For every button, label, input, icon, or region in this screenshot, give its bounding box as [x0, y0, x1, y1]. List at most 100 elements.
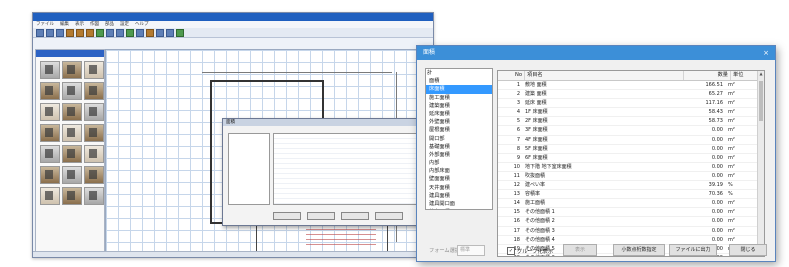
table-row[interactable]: 4 1F 床面積 58.43 m² — [498, 108, 764, 118]
part-thumbnail[interactable] — [84, 61, 104, 79]
part-thumbnail[interactable] — [62, 124, 82, 142]
table-row[interactable]: 9 6F 床面積 0.00 m² — [498, 154, 764, 163]
part-thumbnail[interactable] — [40, 145, 60, 163]
part-thumbnail[interactable] — [84, 124, 104, 142]
category-item[interactable]: 壁面面積 — [426, 175, 492, 183]
new-icon[interactable] — [36, 28, 44, 37]
category-item[interactable]: 天井面積 — [426, 184, 492, 192]
render-icon[interactable] — [176, 28, 184, 37]
part-thumbnail[interactable] — [40, 124, 60, 142]
table-row[interactable]: 10 地下階 地下室床面積 0.00 m² — [498, 163, 764, 172]
inner-dialog-button[interactable] — [307, 212, 335, 220]
table-row[interactable]: 1 敷地 面積 166.51 m² — [498, 81, 764, 91]
menu-parts[interactable]: 部品 — [105, 21, 114, 28]
table-row[interactable]: 16 その他面積 2 0.00 m² — [498, 217, 764, 227]
form-select-combo[interactable]: 標準 — [457, 245, 485, 256]
category-item[interactable]: 床面積 — [426, 85, 492, 94]
inner-category-list[interactable] — [228, 133, 270, 205]
category-item[interactable]: 計 — [426, 69, 492, 77]
inner-area-table[interactable] — [273, 133, 417, 205]
part-thumbnail[interactable] — [62, 82, 82, 100]
checkbox-check-icon[interactable]: ✓ — [507, 247, 515, 255]
display-button[interactable]: 表示 — [563, 244, 597, 256]
category-item[interactable]: 仕上面積 — [426, 208, 492, 209]
header-name[interactable]: 項目名 — [525, 71, 684, 80]
category-item[interactable]: 内部 — [426, 159, 492, 167]
table-row[interactable]: 17 その他面積 3 0.00 m² — [498, 227, 764, 236]
export-file-button[interactable]: ファイルに出力 — [669, 244, 717, 256]
layer-icon[interactable] — [166, 28, 174, 37]
table-row[interactable]: 8 5F 床面積 0.00 m² — [498, 145, 764, 154]
drawing-canvas[interactable]: 面積 — [105, 49, 422, 255]
part-thumbnail[interactable] — [40, 187, 60, 205]
menu-help[interactable]: ヘルプ — [135, 21, 149, 28]
part-thumbnail[interactable] — [84, 145, 104, 163]
window-tool-icon[interactable] — [86, 28, 94, 37]
table-row[interactable]: 5 2F 床面積 58.73 m² — [498, 117, 764, 127]
inner-dialog-button[interactable] — [273, 212, 301, 220]
header-unit[interactable]: 単位 — [731, 71, 760, 80]
table-row[interactable]: 14 施工面積 0.00 m² — [498, 199, 764, 209]
zoom-icon[interactable] — [116, 28, 124, 37]
door-tool-icon[interactable] — [76, 28, 84, 37]
save-icon[interactable] — [56, 28, 64, 37]
table-row[interactable]: 2 建築 面積 65.27 m² — [498, 90, 764, 100]
header-value[interactable]: 数量 — [684, 71, 731, 80]
part-thumbnail[interactable] — [62, 166, 82, 184]
menu-file[interactable]: ファイル — [36, 21, 54, 28]
table-row[interactable]: 15 その他面積 1 0.00 m² — [498, 208, 764, 218]
part-thumbnail[interactable] — [40, 61, 60, 79]
area-tool-icon[interactable] — [106, 28, 114, 37]
table-row[interactable]: 12 建ぺい率 39.19% — [498, 181, 764, 191]
category-item[interactable]: 開口部 — [426, 135, 492, 143]
category-item[interactable]: 屋根面積 — [426, 126, 492, 134]
table-row[interactable]: 3 延床 面積 117.16 m² — [498, 99, 764, 109]
menu-settings[interactable]: 設定 — [120, 21, 129, 28]
category-item[interactable]: 延床面積 — [426, 110, 492, 118]
part-thumbnail[interactable] — [40, 82, 60, 100]
category-item[interactable]: 面積 — [426, 77, 492, 85]
inner-dialog-button[interactable] — [375, 212, 403, 220]
table-row[interactable]: 7 4F 床面積 0.00 m² — [498, 136, 764, 145]
category-tree[interactable]: 計面積 床面積 施工面積 建築面積 延床面積 外壁面積 屋根面積 開口部 基礎面積 外部面積 内部内… — [425, 68, 493, 210]
print-icon[interactable] — [136, 28, 144, 37]
close-button[interactable]: 閉じる — [729, 244, 767, 256]
table-scrollbar[interactable]: ▲ ▼ — [757, 71, 764, 256]
part-thumbnail[interactable] — [84, 166, 104, 184]
scroll-up-icon[interactable]: ▲ — [758, 71, 764, 77]
part-thumbnail[interactable] — [62, 145, 82, 163]
part-thumbnail[interactable] — [40, 166, 60, 184]
decimal-digits-button[interactable]: 小数点桁数指定 — [613, 244, 665, 256]
category-item[interactable]: 外壁面積 — [426, 118, 492, 126]
scroll-thumb[interactable] — [759, 81, 763, 121]
part-thumbnail[interactable] — [84, 103, 104, 121]
parts-icon[interactable] — [146, 28, 154, 37]
category-item[interactable]: 施工面積 — [426, 94, 492, 102]
3d-view-icon[interactable] — [126, 28, 134, 37]
part-thumbnail[interactable] — [62, 187, 82, 205]
category-item[interactable]: 内部床面 — [426, 167, 492, 175]
menu-view[interactable]: 表示 — [75, 21, 84, 28]
group-display-checkbox[interactable]: ✓ グループ化表示 — [507, 247, 553, 255]
part-thumbnail[interactable] — [62, 103, 82, 121]
part-thumbnail[interactable] — [40, 103, 60, 121]
menu-draw[interactable]: 作図 — [90, 21, 99, 28]
category-item[interactable]: 基礎面積 — [426, 143, 492, 151]
table-row[interactable]: 13 容積率 70.36% — [498, 190, 764, 200]
part-thumbnail[interactable] — [84, 82, 104, 100]
part-thumbnail[interactable] — [62, 61, 82, 79]
category-item[interactable]: 外部面積 — [426, 151, 492, 159]
measure-icon[interactable] — [156, 28, 164, 37]
open-icon[interactable] — [46, 28, 54, 37]
wall-tool-icon[interactable] — [66, 28, 74, 37]
menu-edit[interactable]: 編集 — [60, 21, 69, 28]
inner-dialog-button[interactable] — [341, 212, 369, 220]
part-thumbnail[interactable] — [84, 187, 104, 205]
header-no[interactable]: No — [498, 71, 525, 80]
table-row[interactable]: 6 3F 床面積 0.00 m² — [498, 126, 764, 136]
category-item[interactable]: 建築面積 — [426, 102, 492, 110]
table-row[interactable]: 11 吹抜面積 0.00 m² — [498, 172, 764, 182]
category-item[interactable]: 建具開口面 — [426, 200, 492, 208]
close-icon[interactable]: × — [763, 46, 769, 60]
category-item[interactable]: 建具面積 — [426, 192, 492, 200]
